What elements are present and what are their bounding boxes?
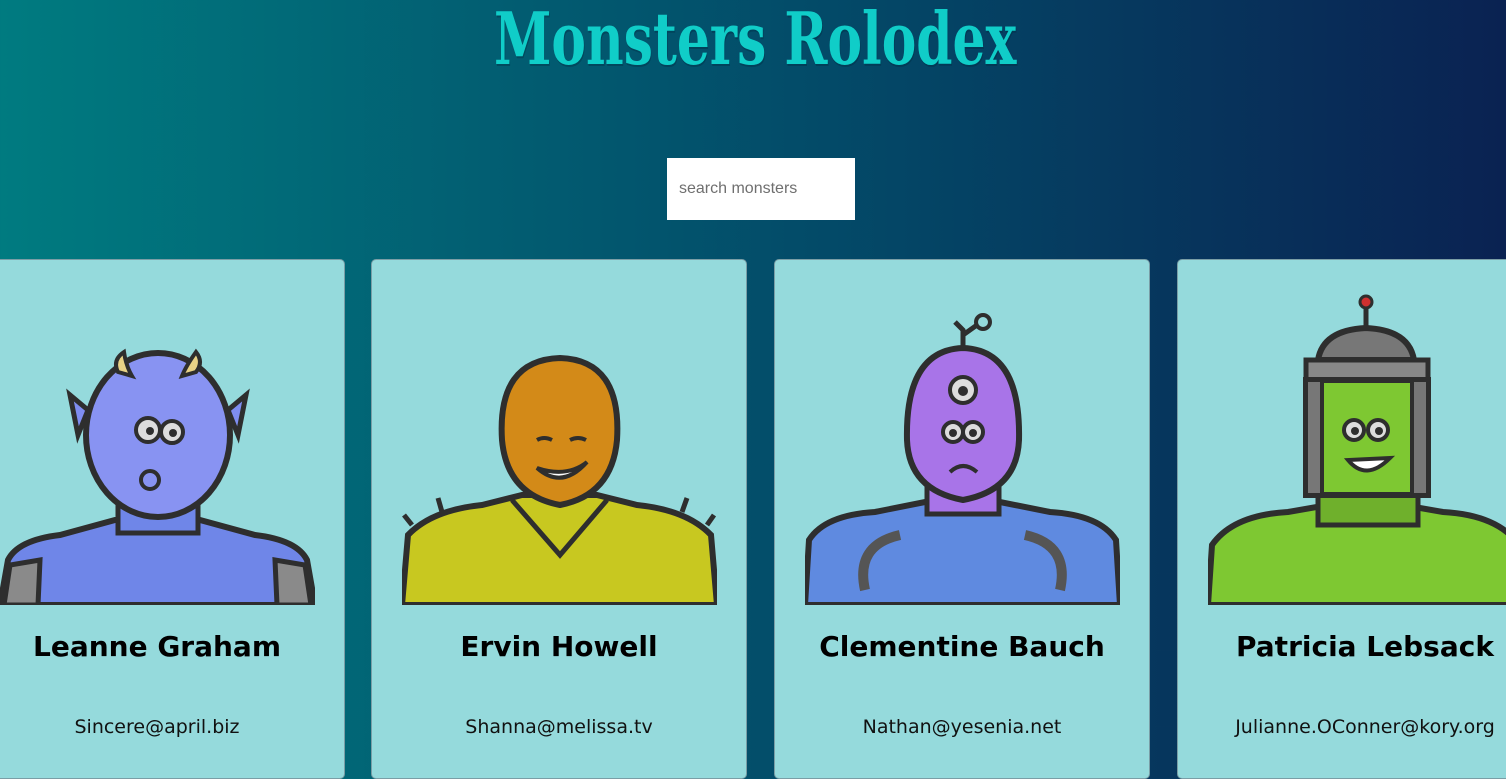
monster-card[interactable]: Leanne Graham Sincere@april.biz — [0, 259, 345, 779]
monster-name: Leanne Graham — [32, 630, 282, 663]
page-title: Monsters Rolodex — [494, 0, 1017, 81]
monster-email: Sincere@april.biz — [74, 716, 240, 738]
monster-email: Shanna@melissa.tv — [465, 716, 653, 738]
monster-avatar-green-robot-icon — [1208, 294, 1506, 605]
monster-name: Clementine Bauch — [819, 630, 1105, 663]
monster-card[interactable]: Patricia Lebsack Julianne.OConner@kory.o… — [1177, 259, 1506, 779]
monster-avatar-blue-horned-icon — [0, 348, 315, 605]
monster-avatar-orange-spiky-icon — [402, 354, 717, 605]
monster-card[interactable]: Clementine Bauch Nathan@yesenia.net — [774, 259, 1150, 779]
monster-avatar-purple-cyclops-icon — [805, 313, 1120, 605]
monster-name: Patricia Lebsack — [1236, 630, 1494, 663]
monster-card[interactable]: Ervin Howell Shanna@melissa.tv — [371, 259, 747, 779]
monster-email: Nathan@yesenia.net — [862, 716, 1062, 738]
monster-name: Ervin Howell — [460, 630, 658, 663]
search-input[interactable] — [667, 158, 855, 220]
monster-email: Julianne.OConner@kory.org — [1235, 716, 1495, 738]
